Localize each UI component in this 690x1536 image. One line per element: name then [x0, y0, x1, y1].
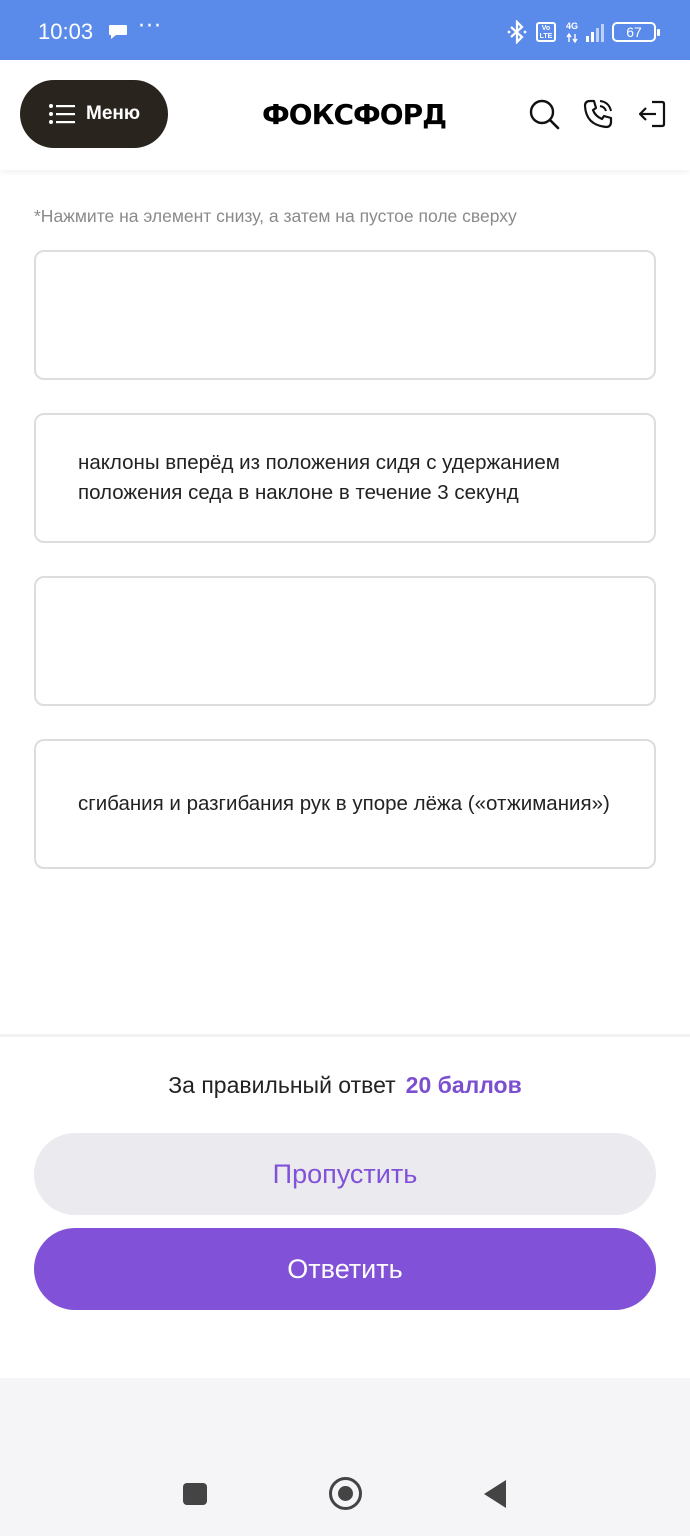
back-icon[interactable]: [484, 1480, 506, 1508]
menu-label: Меню: [86, 103, 141, 124]
recent-apps-icon[interactable]: [183, 1483, 207, 1505]
answer-slot-2[interactable]: наклоны вперёд из положения сидя с удерж…: [34, 413, 656, 543]
task-hint: *Нажмите на элемент снизу, а затем на пу…: [34, 206, 517, 226]
status-time: 10:03: [38, 19, 94, 44]
svg-text:4G: 4G: [566, 21, 578, 31]
logout-icon[interactable]: [636, 98, 668, 130]
score-info: За правильный ответ 20 баллов: [0, 1072, 690, 1099]
skip-button[interactable]: Пропустить: [34, 1133, 656, 1215]
answer-slot-4[interactable]: сгибания и разгибания рук в упоре лёжа (…: [34, 739, 656, 869]
foxford-logo[interactable]: ФОКСФОРД: [262, 98, 447, 131]
battery-icon: 67: [612, 22, 660, 42]
system-nav-bar: [0, 1378, 690, 1536]
footer-divider: [0, 1034, 690, 1037]
status-more-dots: ···: [138, 14, 162, 39]
app-header: Меню ФОКСФОРД: [0, 60, 690, 170]
score-value: 20 баллов: [405, 1072, 522, 1098]
answer-slot-text: наклоны вперёд из положения сидя с удерж…: [78, 451, 560, 504]
search-icon[interactable]: [528, 98, 560, 130]
answer-slot-3[interactable]: [34, 576, 656, 706]
signal-icon: 4G: [566, 21, 604, 44]
bluetooth-icon: [507, 20, 527, 44]
chat-bubble-icon: [109, 25, 127, 39]
status-bar: 10:03 ··· Vo LTE 4G 67: [0, 0, 690, 60]
answer-slot-1[interactable]: [34, 250, 656, 380]
menu-button[interactable]: Меню: [20, 80, 168, 148]
phone-icon[interactable]: [582, 98, 614, 130]
volte-icon: Vo LTE: [536, 22, 556, 42]
menu-list-icon: [49, 104, 75, 124]
home-icon[interactable]: [329, 1477, 362, 1510]
answer-slot-text: сгибания и разгибания рук в упоре лёжа (…: [78, 792, 610, 815]
answer-button[interactable]: Ответить: [34, 1228, 656, 1310]
score-prefix: За правильный ответ: [168, 1072, 396, 1098]
status-icons: Vo LTE 4G 67: [506, 20, 660, 44]
